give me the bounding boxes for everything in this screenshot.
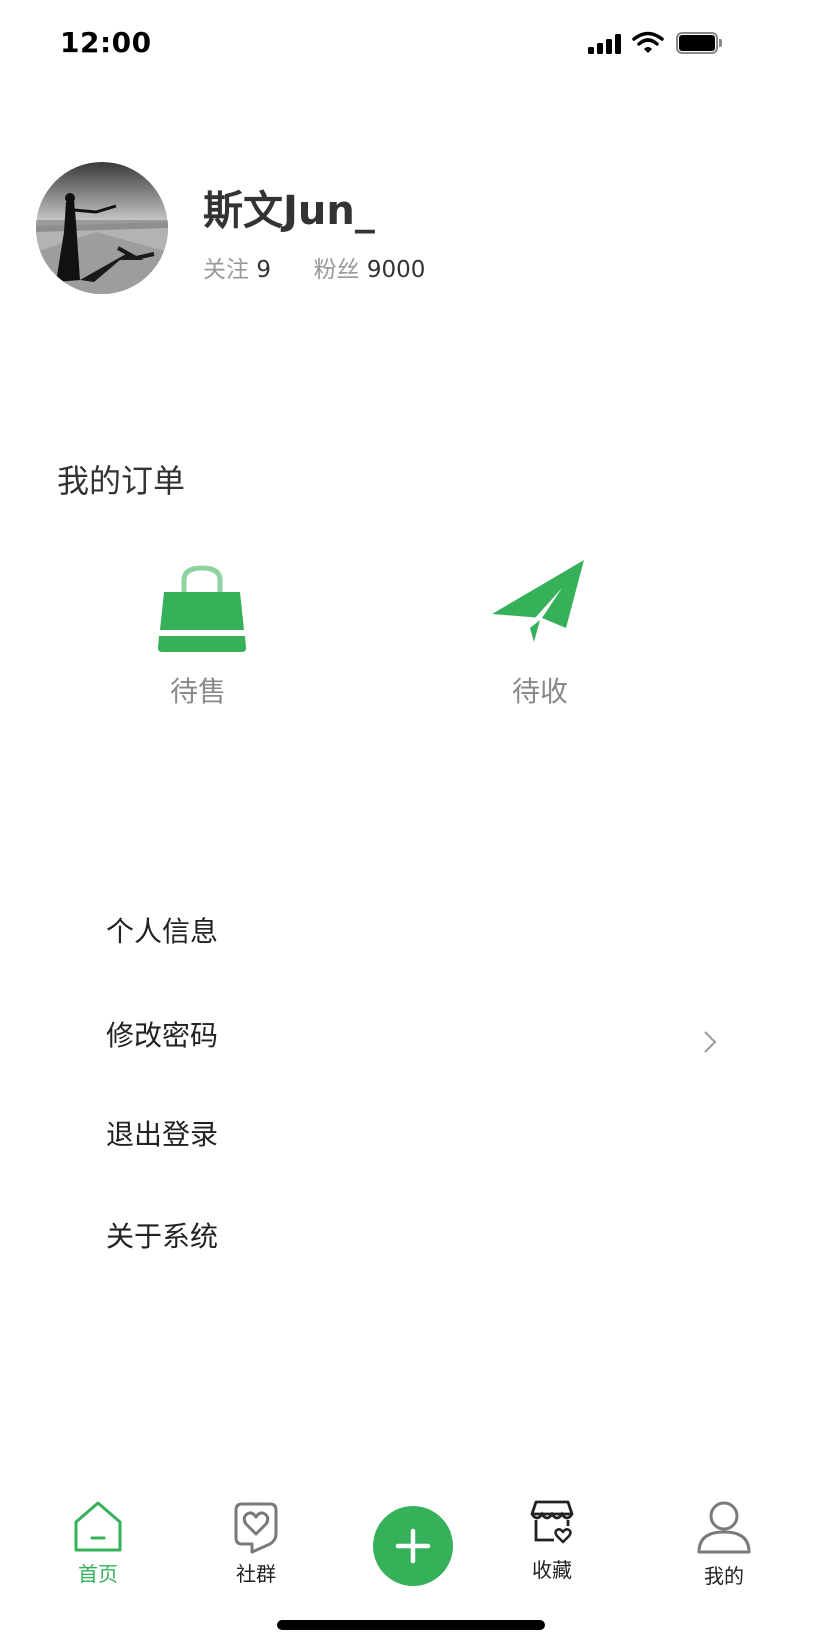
home-indicator <box>277 1620 545 1630</box>
tab-home[interactable]: 首页 <box>58 1500 138 1600</box>
tab-favorites-label: 收藏 <box>532 1558 572 1582</box>
tab-community-label: 社群 <box>236 1562 276 1586</box>
community-heart-icon <box>234 1502 278 1554</box>
avatar[interactable] <box>36 162 168 294</box>
tab-favorites[interactable]: 收藏 <box>512 1500 592 1600</box>
store-heart-icon <box>530 1500 574 1544</box>
followers-count[interactable]: 9000 <box>367 257 426 283</box>
tab-home-label: 首页 <box>78 1562 118 1586</box>
user-icon <box>697 1501 751 1554</box>
paper-plane-icon <box>492 560 584 642</box>
wifi-icon <box>632 31 664 53</box>
following-count[interactable]: 9 <box>256 257 271 283</box>
order-pending-sale-label: 待售 <box>170 675 227 708</box>
followers-label: 粉丝 <box>313 257 360 283</box>
home-icon <box>74 1501 122 1552</box>
order-pending-receipt-label: 待收 <box>512 675 569 708</box>
menu-item-about-system[interactable]: 关于系统 <box>106 1215 218 1255</box>
tab-profile-label: 我的 <box>704 1564 744 1588</box>
menu-item-personal-info[interactable]: 个人信息 <box>106 910 218 950</box>
shopping-bag-icon <box>158 565 246 652</box>
battery-icon <box>676 32 722 54</box>
tab-community[interactable]: 社群 <box>216 1500 296 1600</box>
order-pending-receipt-button[interactable]: 待收 <box>490 556 600 716</box>
menu-item-logout[interactable]: 退出登录 <box>106 1113 218 1153</box>
add-button[interactable] <box>373 1506 453 1586</box>
menu-item-change-password[interactable]: 修改密码 <box>106 1014 218 1054</box>
plus-icon <box>395 1528 431 1564</box>
cellular-signal-icon <box>588 34 622 54</box>
status-bar: 12:00 <box>0 0 822 88</box>
orders-section-title: 我的订单 <box>57 462 186 500</box>
tab-profile[interactable]: 我的 <box>684 1500 764 1604</box>
order-pending-sale-button[interactable]: 待售 <box>150 556 250 716</box>
username: 斯文Jun_ <box>203 188 375 234</box>
following-label: 关注 <box>203 257 249 283</box>
follow-stats: 关注 9 粉丝 9000 <box>203 250 425 284</box>
status-time: 12:00 <box>60 26 152 59</box>
chevron-right-icon[interactable] <box>703 1030 717 1054</box>
